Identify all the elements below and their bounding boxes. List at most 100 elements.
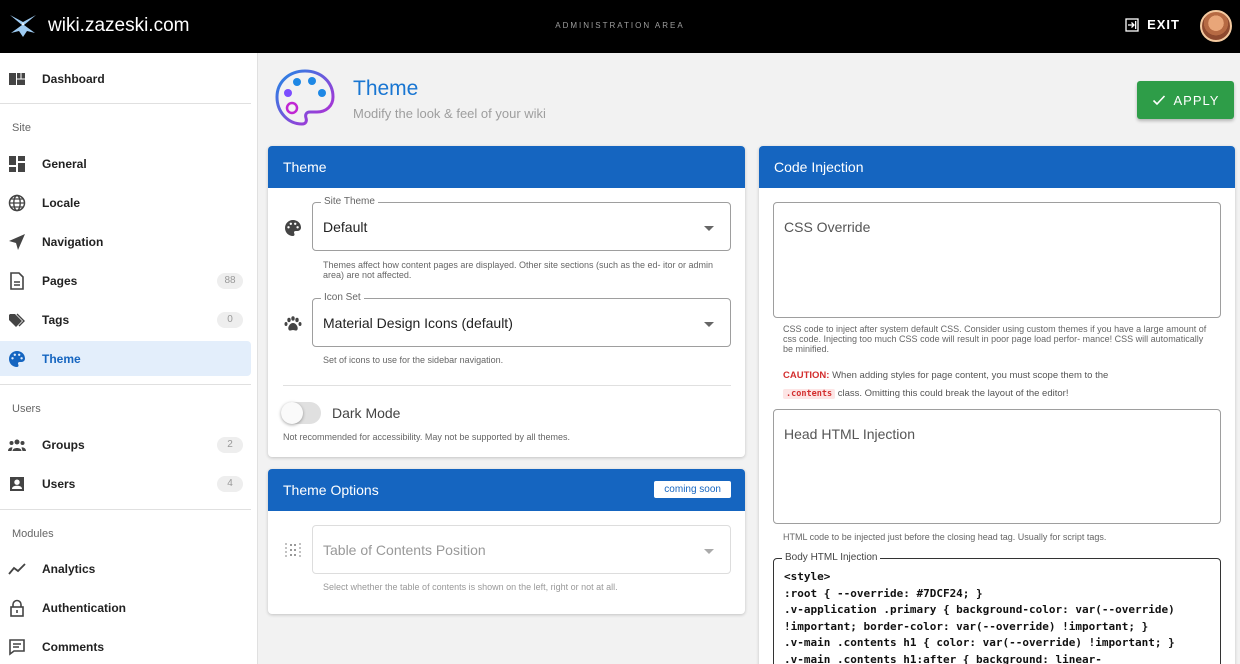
css-override-label: CSS Override [784, 219, 871, 235]
pages-count-badge: 88 [217, 272, 243, 289]
sidebar-divider [0, 103, 251, 104]
theme-card-header: Theme [268, 146, 745, 188]
tags-count-badge: 0 [217, 311, 243, 328]
theme-palette-icon [275, 69, 335, 126]
head-html-textarea[interactable]: Head HTML Injection [773, 409, 1221, 524]
sidebar-divider [0, 509, 251, 510]
card-divider [283, 385, 731, 386]
dark-mode-label: Dark Mode [332, 405, 401, 421]
sidebar-item-groups[interactable]: Groups 2 [0, 427, 251, 462]
sidebar-item-tags[interactable]: Tags 0 [0, 302, 251, 337]
users-count-badge: 4 [217, 475, 243, 492]
coming-soon-badge: coming soon [654, 481, 731, 498]
css-override-textarea[interactable]: CSS Override [773, 202, 1221, 318]
code-injection-header: Code Injection [759, 146, 1235, 188]
groups-icon [8, 436, 26, 454]
palette-icon [284, 219, 302, 237]
sidebar-item-users[interactable]: Users 4 [0, 466, 251, 501]
head-html-hint: HTML code to be injected just before the… [783, 532, 1107, 542]
apply-label: APPLY [1173, 92, 1220, 108]
sidebar-item-label: Locale [42, 195, 81, 210]
user-avatar[interactable] [1200, 10, 1232, 42]
sidebar-item-authentication[interactable]: Authentication [0, 590, 251, 625]
body-html-label: Body HTML Injection [782, 552, 881, 563]
sidebar-item-navigation[interactable]: Navigation [0, 224, 251, 259]
sidebar-section-users: Users [12, 403, 41, 415]
page-title: Theme [353, 77, 419, 100]
dashboard-quilt-icon [8, 155, 26, 173]
page-subtitle: Modify the look & feel of your wiki [353, 106, 546, 121]
globe-icon [8, 194, 26, 212]
user-box-icon [8, 475, 26, 493]
sidebar-item-dashboard[interactable]: Dashboard [0, 61, 251, 96]
site-theme-hint: Themes affect how content pages are disp… [323, 260, 714, 280]
sidebar-item-label: Dashboard [42, 71, 105, 86]
head-html-label: Head HTML Injection [784, 426, 915, 442]
page-icon [8, 271, 26, 290]
chevron-down-icon [704, 226, 714, 231]
icon-set-select[interactable]: Icon Set Material Design Icons (default) [312, 292, 731, 347]
sidebar-item-general[interactable]: General [0, 146, 251, 181]
sidebar-item-label: Analytics [42, 561, 96, 576]
sidebar-item-label: Groups [42, 437, 85, 452]
exit-icon [1125, 17, 1139, 32]
sidebar-item-label: Pages [42, 273, 78, 288]
sidebar-section-modules: Modules [12, 528, 54, 540]
comment-icon [8, 638, 26, 656]
icon-set-value: Material Design Icons (default) [323, 315, 513, 331]
sidebar-section-site: Site [12, 122, 31, 134]
chevron-down-icon [704, 549, 714, 554]
sidebar-item-label: Users [42, 476, 76, 491]
dark-mode-hint: Not recommended for accessibility. May n… [283, 432, 570, 442]
sidebar-item-label: Comments [42, 639, 105, 654]
caution-note: CAUTION: When adding styles for page con… [783, 367, 1223, 403]
body-html-code: <style> :root { --override: #7DCF24; } .… [784, 570, 1175, 664]
navigation-arrow-icon [8, 233, 26, 251]
theme-options-title: Theme Options [283, 482, 379, 498]
sidebar-item-label: Theme [42, 351, 81, 366]
sidebar-item-locale[interactable]: Locale [0, 185, 251, 220]
sidebar-divider [0, 384, 251, 385]
toggle-knob [281, 402, 303, 424]
toc-position-placeholder: Table of Contents Position [323, 542, 486, 558]
sidebar-item-pages[interactable]: Pages 88 [0, 263, 251, 298]
apply-button[interactable]: APPLY [1137, 81, 1234, 119]
sidebar-item-label: Navigation [42, 234, 104, 249]
top-bar: wiki.zazeski.com ADMINISTRATION AREA EXI… [0, 0, 1240, 53]
analytics-icon [8, 560, 26, 578]
css-override-hint: CSS code to inject after system default … [783, 324, 1207, 354]
toc-position-select[interactable]: Table of Contents Position [312, 525, 731, 574]
lock-icon [8, 599, 26, 617]
dashboard-icon [8, 70, 26, 88]
dark-mode-toggle[interactable] [281, 402, 321, 424]
icon-set-hint: Set of icons to use for the sidebar navi… [323, 355, 504, 365]
toc-position-icon [284, 541, 302, 559]
sidebar-item-analytics[interactable]: Analytics [0, 551, 251, 586]
tag-icon [8, 311, 26, 329]
sidebar-item-label: General [42, 156, 87, 171]
theme-options-header: Theme Options coming soon [268, 469, 745, 511]
caution-text-1: When adding styles for page content, you… [832, 370, 1109, 381]
body-html-textarea[interactable]: Body HTML Injection <style> :root { --ov… [773, 552, 1221, 664]
icon-set-label: Icon Set [321, 292, 364, 303]
contents-class-code: .contents [783, 389, 836, 399]
code-injection-title: Code Injection [774, 159, 864, 175]
admin-area-label: ADMINISTRATION AREA [555, 21, 685, 30]
sidebar: Dashboard Site General Locale Navigation… [0, 53, 258, 664]
palette-icon [8, 350, 26, 368]
caution-text-2: class. Omitting this could break the lay… [837, 388, 1069, 399]
exit-button[interactable]: EXIT [1125, 17, 1180, 32]
paw-icon [284, 315, 302, 333]
sidebar-item-comments[interactable]: Comments [0, 629, 251, 664]
theme-card-title: Theme [283, 159, 327, 175]
site-theme-value: Default [323, 219, 368, 235]
site-theme-label: Site Theme [321, 196, 378, 207]
toc-position-hint: Select whether the table of contents is … [323, 582, 618, 592]
sidebar-item-label: Authentication [42, 600, 126, 615]
caution-label: CAUTION: [783, 370, 830, 381]
exit-label: EXIT [1147, 17, 1180, 32]
site-theme-select[interactable]: Site Theme Default [312, 196, 731, 251]
chevron-down-icon [704, 322, 714, 327]
check-icon [1152, 95, 1165, 106]
sidebar-item-theme[interactable]: Theme [0, 341, 251, 376]
